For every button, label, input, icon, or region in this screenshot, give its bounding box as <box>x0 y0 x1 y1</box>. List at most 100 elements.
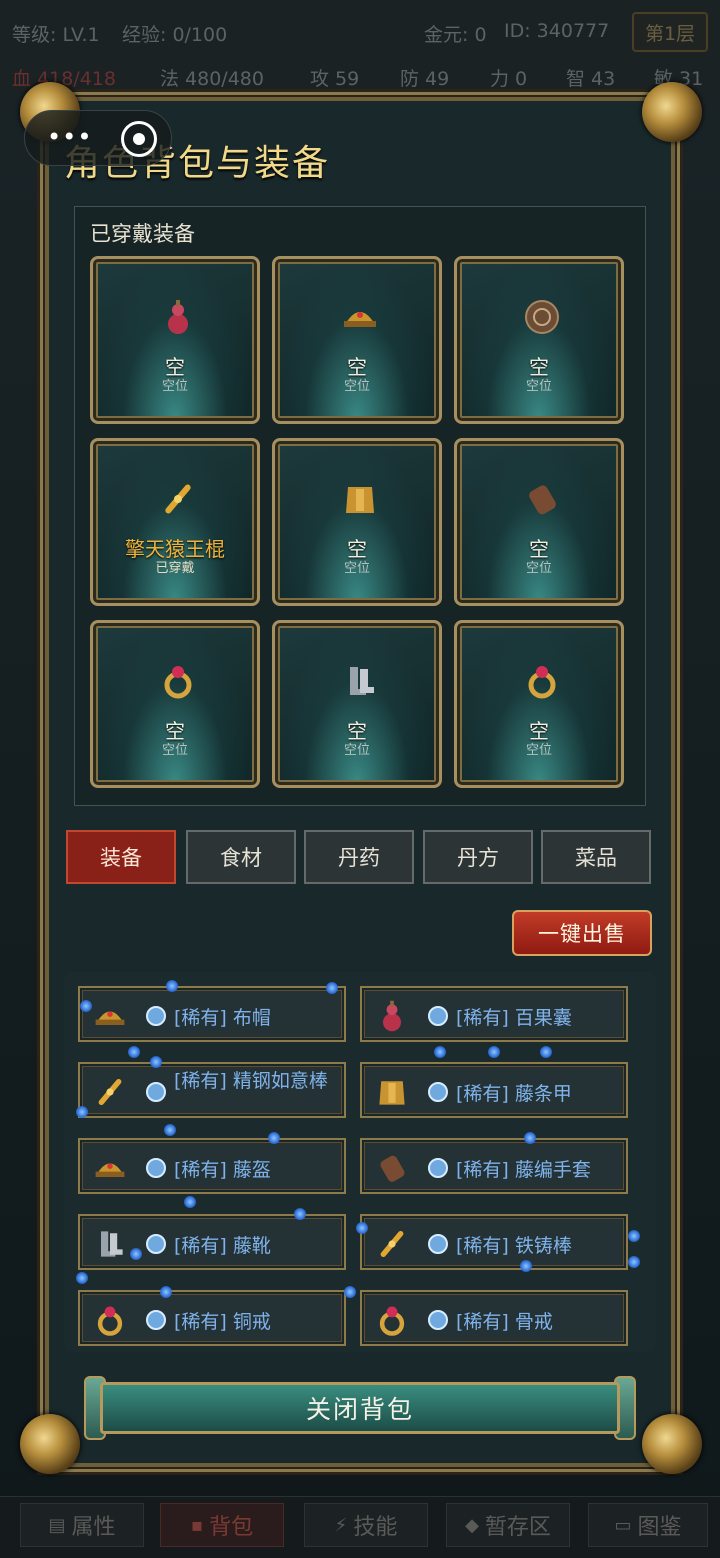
glow-orb-icon <box>166 980 178 992</box>
close-bag-button[interactable]: 关闭背包 <box>100 1382 620 1434</box>
gauntlet-icon <box>374 1150 410 1186</box>
inventory-item[interactable]: [稀有] 骨戒 <box>360 1290 628 1346</box>
tab-pills[interactable]: 丹药 <box>304 830 414 884</box>
corner-ornament-icon <box>642 82 702 142</box>
ring-icon <box>158 661 198 701</box>
slot-status: 空位 <box>525 743 552 758</box>
tab-equipment[interactable]: 装备 <box>66 830 176 884</box>
corner-ornament-icon <box>20 1414 80 1474</box>
book-icon: ▭ <box>614 1514 632 1536</box>
glow-orb-icon <box>80 1000 92 1012</box>
glow-orb-icon <box>130 1248 142 1260</box>
glow-orb-icon <box>268 1132 280 1144</box>
nav-attributes[interactable]: ▤ 属性 <box>20 1503 144 1547</box>
storage-icon: ◆ <box>465 1514 479 1536</box>
tab-ingredients[interactable]: 食材 <box>186 830 296 884</box>
equip-slot[interactable]: 空空位 <box>272 438 442 606</box>
equip-slot[interactable]: 空空位 <box>272 256 442 424</box>
gauntlet-icon <box>522 479 562 519</box>
item-label: [稀有] 百果囊 <box>456 1007 572 1029</box>
glow-orb-icon <box>524 1132 536 1144</box>
item-label: [稀有] 藤靴 <box>174 1235 271 1257</box>
defense-stat: 防 49 <box>400 68 450 90</box>
item-label: [稀有] 精钢如意棒 <box>174 1070 328 1092</box>
staff-icon <box>92 1074 128 1110</box>
equip-slot[interactable]: 空空位 <box>454 620 624 788</box>
ring-icon <box>92 1302 128 1338</box>
strength-stat: 力 0 <box>490 68 528 90</box>
glow-orb-icon <box>150 1056 162 1068</box>
inventory-item[interactable]: [稀有] 藤条甲 <box>360 1062 628 1118</box>
equip-slot[interactable]: 空空位 <box>90 620 260 788</box>
sell-all-button[interactable]: 一键出售 <box>512 910 652 956</box>
boots-icon <box>92 1226 128 1262</box>
equip-slot[interactable]: 空空位 <box>454 256 624 424</box>
gourd-icon <box>158 297 198 337</box>
player-id-text: ID: 340777 <box>504 20 610 42</box>
close-target-icon[interactable] <box>121 121 157 157</box>
equip-slot[interactable]: 空空位 <box>454 438 624 606</box>
staff-icon <box>158 479 198 519</box>
glow-orb-icon <box>326 982 338 994</box>
more-icon[interactable]: ••• <box>47 123 92 151</box>
glow-orb-icon <box>128 1046 140 1058</box>
item-label: [稀有] 铁铸棒 <box>456 1235 572 1257</box>
armor-icon <box>374 1074 410 1110</box>
nav-skills[interactable]: ⚡ 技能 <box>304 1503 428 1547</box>
glow-orb-icon <box>76 1106 88 1118</box>
slot-status: 空位 <box>525 379 552 394</box>
item-label: [稀有] 藤盔 <box>174 1159 271 1181</box>
ring-icon <box>374 1302 410 1338</box>
equip-slot[interactable]: 擎天猿王棍 已穿戴 <box>90 438 260 606</box>
shield-icon <box>522 297 562 337</box>
equip-slot[interactable]: 空空位 <box>90 256 260 424</box>
glow-orb-icon <box>76 1272 88 1284</box>
gold-text: 金元: 0 <box>424 24 487 46</box>
glow-orb-icon <box>164 1124 176 1136</box>
inventory-item[interactable]: [稀有] 藤编手套 <box>360 1138 628 1194</box>
helmet-icon <box>92 998 128 1034</box>
slot-status: 空位 <box>161 379 188 394</box>
status-bar: 等级: LV.1 经验: 0/100 金元: 0 ID: 340777 第1层 … <box>0 0 720 100</box>
nav-codex[interactable]: ▭ 图鉴 <box>588 1503 708 1547</box>
equipped-title: 已穿戴装备 <box>90 222 195 246</box>
inventory-item[interactable]: [稀有] 精钢如意棒 <box>78 1062 346 1118</box>
yin-yang-icon <box>428 1158 448 1178</box>
tab-dishes[interactable]: 菜品 <box>541 830 651 884</box>
level-text: 等级: LV.1 <box>12 24 100 46</box>
yin-yang-icon <box>428 1082 448 1102</box>
glow-orb-icon <box>540 1046 552 1058</box>
item-label: [稀有] 藤条甲 <box>456 1083 572 1105</box>
ring-icon <box>522 661 562 701</box>
mp-stat: 法 480/480 <box>160 68 264 90</box>
floor-button[interactable]: 第1层 <box>632 12 708 52</box>
slot-status: 空位 <box>343 379 370 394</box>
glow-orb-icon <box>628 1256 640 1268</box>
nav-storage[interactable]: ◆ 暂存区 <box>446 1503 570 1547</box>
tab-recipes[interactable]: 丹方 <box>423 830 533 884</box>
inventory-item[interactable]: [稀有] 铁铸棒 <box>360 1214 628 1270</box>
slot-status: 已穿戴 <box>155 561 195 576</box>
category-tabs: 装备 食材 丹药 丹方 菜品 <box>66 830 658 884</box>
slot-status: 空位 <box>525 561 552 576</box>
inventory-item[interactable]: [稀有] 藤靴 <box>78 1214 346 1270</box>
inventory-item[interactable]: [稀有] 藤盔 <box>78 1138 346 1194</box>
inventory-item[interactable]: [稀有] 布帽 <box>78 986 346 1042</box>
yin-yang-icon <box>146 1006 166 1026</box>
yin-yang-icon <box>428 1310 448 1330</box>
equip-slot[interactable]: 空空位 <box>272 620 442 788</box>
armor-icon <box>340 479 380 519</box>
glow-orb-icon <box>628 1230 640 1242</box>
glow-orb-icon <box>520 1260 532 1272</box>
helmet-icon <box>92 1150 128 1186</box>
bag-icon: ▪ <box>190 1514 204 1536</box>
item-label: [稀有] 铜戒 <box>174 1311 271 1333</box>
boots-icon <box>340 661 380 701</box>
inventory-item[interactable]: [稀有] 铜戒 <box>78 1290 346 1346</box>
nav-bag[interactable]: ▪ 背包 <box>160 1503 284 1547</box>
mini-program-capsule[interactable]: ••• <box>24 110 172 166</box>
gourd-icon <box>374 998 410 1034</box>
inventory-item[interactable]: [稀有] 百果囊 <box>360 986 628 1042</box>
glow-orb-icon <box>488 1046 500 1058</box>
glow-orb-icon <box>160 1286 172 1298</box>
